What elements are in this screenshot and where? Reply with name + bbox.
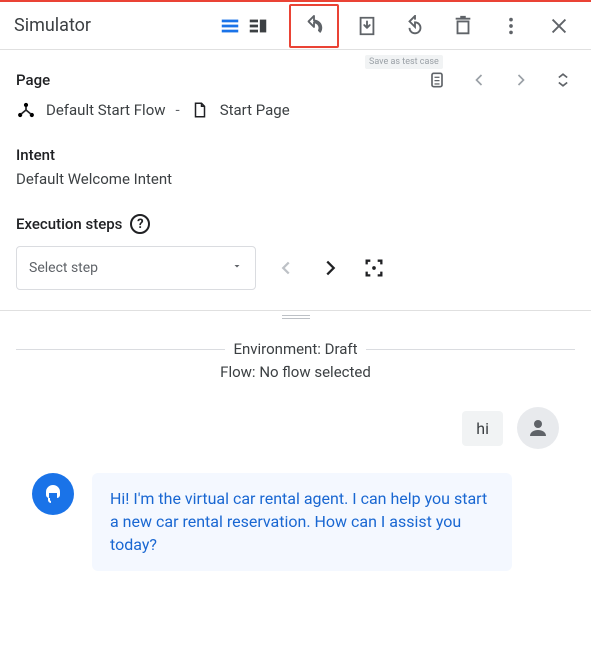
page-section-title: Page (16, 71, 50, 89)
app-title: Simulator (14, 15, 91, 36)
focus-icon[interactable] (360, 254, 388, 282)
page-path: Default Start Flow - Start Page (16, 100, 575, 120)
context-info: Environment: Draft Flow: No flow selecte… (16, 339, 575, 383)
environment-value: Draft (325, 340, 358, 358)
user-avatar (517, 407, 559, 449)
view-mode-group (217, 6, 271, 46)
delete-icon[interactable] (443, 6, 483, 46)
tooltip: Save as test case (365, 55, 443, 69)
path-separator: - (176, 101, 180, 119)
close-icon[interactable] (539, 6, 579, 46)
step-select-placeholder: Select step (29, 260, 98, 276)
collapse-icon[interactable] (551, 68, 575, 92)
environment-label: Environment: (233, 340, 320, 358)
header-bar: Simulator (0, 2, 591, 50)
bot-message-row: Hi! I'm the virtual car rental agent. I … (32, 473, 559, 571)
page-next-icon[interactable] (509, 68, 533, 92)
undo-icon[interactable] (294, 6, 334, 46)
divider (0, 310, 591, 311)
bot-avatar (32, 473, 74, 515)
page-controls (425, 68, 575, 92)
view-split-icon[interactable] (245, 6, 271, 46)
help-icon[interactable]: ? (130, 214, 150, 234)
context-flow-label: Flow: (220, 363, 255, 381)
save-test-icon[interactable] (347, 6, 387, 46)
execution-controls: Select step (16, 246, 575, 290)
highlighted-action (289, 4, 339, 48)
clipboard-icon[interactable] (425, 68, 449, 92)
view-list-icon[interactable] (217, 6, 243, 46)
chat-panel: hi Hi! I'm the virtual car rental agent.… (16, 383, 575, 571)
page-icon (190, 100, 210, 120)
drag-handle[interactable] (282, 315, 310, 319)
step-prev-icon[interactable] (272, 254, 300, 282)
execution-section-title: Execution steps (16, 215, 122, 233)
user-message-bubble: hi (462, 411, 503, 446)
content-panel: Page Default Start Flow - Start Page Int… (0, 50, 591, 571)
flow-icon (16, 100, 36, 120)
intent-section-title: Intent (16, 146, 575, 164)
flow-name[interactable]: Default Start Flow (46, 101, 166, 119)
step-next-icon[interactable] (316, 254, 344, 282)
bot-message-bubble: Hi! I'm the virtual car rental agent. I … (92, 473, 512, 571)
user-message-row: hi (32, 407, 559, 449)
page-prev-icon[interactable] (467, 68, 491, 92)
chevron-down-icon (231, 260, 243, 276)
context-flow-value: No flow selected (259, 363, 371, 381)
execution-header: Execution steps ? (16, 214, 575, 234)
header-icons (217, 4, 579, 48)
replay-icon[interactable] (395, 6, 435, 46)
page-section-header: Page (16, 68, 575, 92)
more-options-icon[interactable] (491, 6, 531, 46)
page-name[interactable]: Start Page (220, 101, 290, 119)
step-select[interactable]: Select step (16, 246, 256, 290)
intent-value: Default Welcome Intent (16, 170, 575, 188)
